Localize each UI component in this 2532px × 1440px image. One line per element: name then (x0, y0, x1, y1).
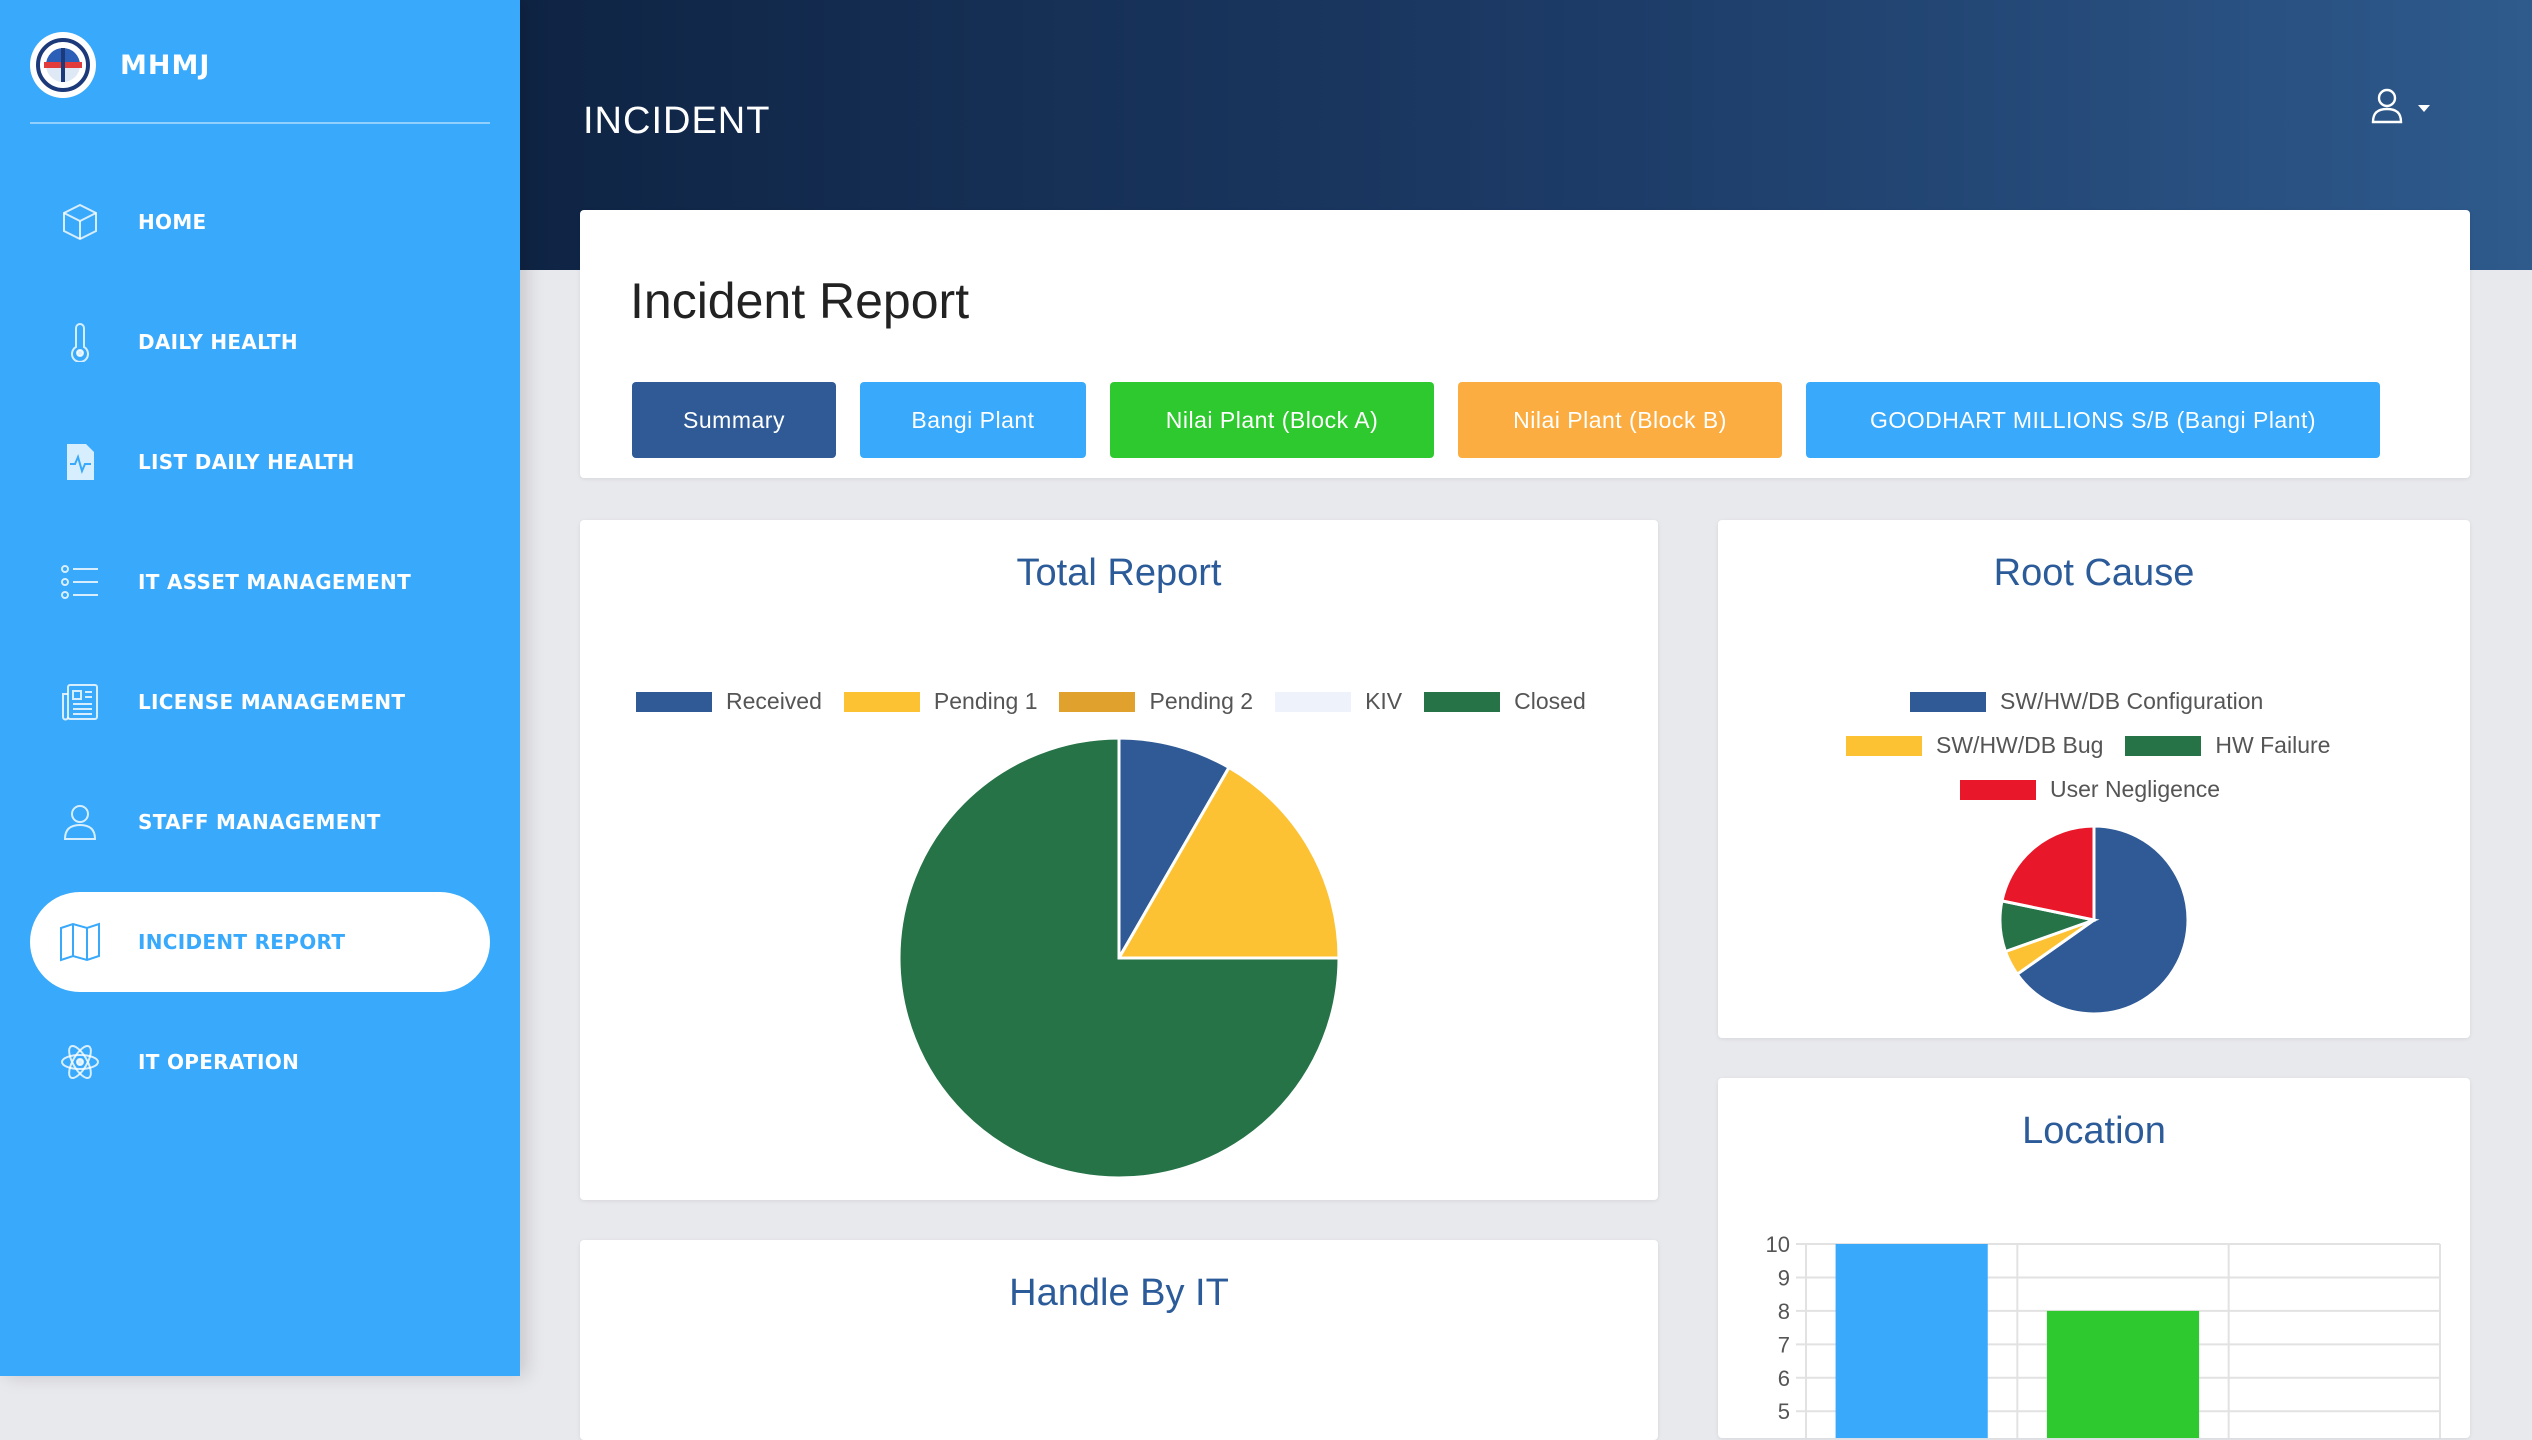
page-title: INCIDENT (583, 100, 771, 142)
y-tick-label: 6 (1778, 1366, 1790, 1391)
report-title: Incident Report (630, 273, 970, 329)
chevron-down-icon (2418, 104, 2430, 112)
location-card: Location 5 6 7 8 9 10 (1718, 1078, 2470, 1438)
brand[interactable]: MHMJ (30, 30, 210, 100)
y-tick-label: 7 (1778, 1332, 1790, 1357)
sidebar-item-incident-report[interactable]: INCIDENT REPORT (30, 892, 490, 992)
sidebar-item-it-asset-management[interactable]: IT ASSET MANAGEMENT (30, 532, 490, 632)
total-report-pie-chart (897, 736, 1341, 1180)
y-tick-label: 8 (1778, 1299, 1790, 1324)
root-cause-pie-chart (1998, 824, 2190, 1016)
y-tick-label: 5 (1778, 1399, 1790, 1424)
tab-goodhart-bangi[interactable]: GOODHART MILLIONS S/B (Bangi Plant) (1806, 382, 2380, 458)
report-header-card: Incident Report Summary Bangi Plant Nila… (580, 210, 2470, 478)
divider (30, 122, 490, 124)
sidebar-item-license-management[interactable]: LICENSE MANAGEMENT (30, 652, 490, 752)
y-tick-label: 10 (1766, 1232, 1790, 1257)
user-menu[interactable] (2370, 88, 2430, 128)
sidebar-item-label: LIST DAILY HEALTH (138, 450, 355, 474)
user-icon (2370, 88, 2404, 128)
cube-icon (55, 197, 105, 247)
bar[interactable] (1835, 1244, 1988, 1438)
sidebar-item-label: HOME (138, 210, 207, 234)
sidebar-item-label: IT ASSET MANAGEMENT (138, 570, 412, 594)
bar[interactable] (2046, 1310, 2200, 1438)
y-tick-label: 9 (1778, 1265, 1790, 1290)
sidebar-item-it-operation[interactable]: IT OPERATION (30, 1012, 490, 1112)
list-icon (55, 557, 105, 607)
medical-file-icon (55, 437, 105, 487)
handle-by-it-card: Handle By IT (580, 1240, 1658, 1440)
atom-icon (55, 1037, 105, 1087)
sidebar-item-label: INCIDENT REPORT (138, 930, 346, 954)
sidebar-item-label: STAFF MANAGEMENT (138, 810, 381, 834)
sidebar-item-label: DAILY HEALTH (138, 330, 298, 354)
sidebar-item-daily-health[interactable]: DAILY HEALTH (30, 292, 490, 392)
sidebar-item-home[interactable]: HOME (30, 172, 490, 272)
user-icon (55, 797, 105, 847)
sidebar-item-label: LICENSE MANAGEMENT (138, 690, 406, 714)
tab-nilai-block-b[interactable]: Nilai Plant (Block B) (1458, 382, 1782, 458)
sidebar-item-staff-management[interactable]: STAFF MANAGEMENT (30, 772, 490, 872)
map-icon (55, 917, 105, 967)
tab-nilai-block-a[interactable]: Nilai Plant (Block A) (1110, 382, 1434, 458)
thermometer-icon (55, 317, 105, 367)
newspaper-icon (55, 677, 105, 727)
sidebar-item-list-daily-health[interactable]: LIST DAILY HEALTH (30, 412, 490, 512)
card-title: Handle By IT (1009, 1272, 1229, 1314)
sidebar: MHMJ HOME DAILY HEALTH LIST DAILY HEALTH (0, 0, 520, 1376)
tab-summary[interactable]: Summary (632, 382, 836, 458)
location-bar-chart: 5 6 7 8 9 10 (1766, 1232, 2441, 1438)
logo (30, 32, 96, 98)
root-cause-card: Root Cause SW/HW/DB Configuration SW/HW/… (1718, 520, 2470, 1038)
sidebar-item-label: IT OPERATION (138, 1050, 300, 1074)
total-report-card: Total Report Received Pending 1 Pending … (580, 520, 1658, 1200)
tab-bangi-plant[interactable]: Bangi Plant (860, 382, 1086, 458)
app-name: MHMJ (120, 49, 211, 81)
